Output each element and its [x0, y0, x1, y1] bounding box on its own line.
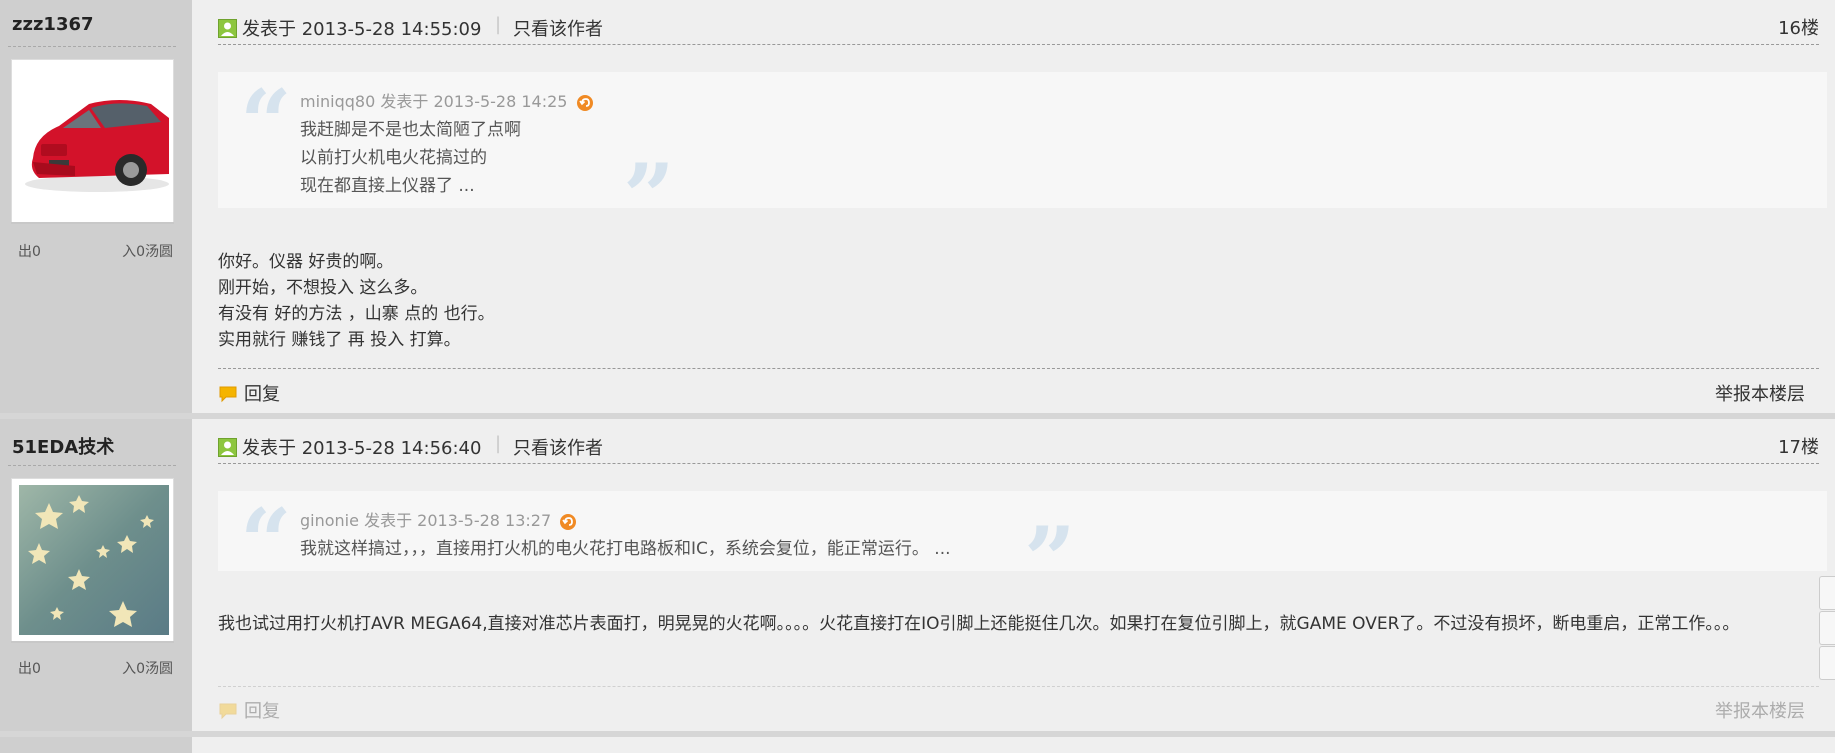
post-main: 发表于 2013-5-28 14:55:09 | 只看该作者 16楼 “ ” m… [196, 0, 1835, 417]
star-pattern-avatar-icon [19, 485, 169, 635]
stat-in: 入0汤圆 [122, 661, 173, 677]
quote-block: “ ” miniqq80 发表于 2013-5-28 14:25 我赶脚是不是也… [218, 70, 1827, 242]
close-quote-icon: ” [623, 144, 675, 250]
user-online-icon [218, 438, 237, 457]
user-online-icon [218, 19, 237, 38]
quote-time: 发表于 2013-5-28 13:27 [364, 511, 552, 530]
quote-meta: ginonie 发表于 2013-5-28 13:27 [300, 507, 577, 531]
post-separator [0, 731, 1835, 737]
quote-line: 现在都直接上仪器了 ... [300, 176, 475, 196]
separator: | [495, 433, 502, 454]
quote-time: 发表于 2013-5-28 14:25 [380, 92, 568, 111]
post-header: 发表于 2013-5-28 14:56:40 | 只看该作者 17楼 [218, 431, 1819, 464]
close-quote-icon: ” [1024, 507, 1076, 613]
quote-line: 以前打火机电火花搞过的 [300, 148, 487, 168]
divider [11, 641, 174, 643]
stat-out: 出0 [18, 661, 41, 677]
reply-button[interactable]: 回复 [218, 380, 280, 406]
open-quote-icon: “ [240, 70, 292, 176]
username[interactable]: zzz1367 [12, 14, 94, 35]
divider [11, 222, 174, 224]
post-body-line: 你好。仪器 好贵的啊。 [218, 252, 394, 272]
post-body-line: 刚开始，不想投入 这么多。 [218, 278, 428, 298]
quote-line: 我就这样搞过，，，直接用打火机的电火花打电路板和IC，系统会复位，能正常运行。 … [300, 539, 951, 559]
divider [8, 46, 176, 47]
post-17: 51EDA技术 出0 入0汤圆 发表于 2013-5-28 14:56:40 |… [0, 419, 1835, 735]
post-header: 发表于 2013-5-28 14:55:09 | 只看该作者 16楼 [218, 12, 1819, 45]
user-sidebar: 51EDA技术 出0 入0汤圆 [0, 419, 192, 735]
divider [218, 686, 1819, 687]
reply-label: 回复 [244, 701, 280, 722]
user-sidebar: zzz1367 出0 入0汤圆 [0, 0, 192, 417]
divider [8, 465, 176, 466]
side-tool-tab[interactable] [1819, 646, 1835, 680]
user-sidebar [0, 737, 192, 753]
reply-bubble-icon [219, 703, 237, 720]
avatar[interactable] [11, 59, 174, 224]
reply-bubble-icon [219, 386, 237, 403]
post-time: 发表于 2013-5-28 14:55:09 [242, 19, 482, 40]
only-author-link[interactable]: 只看该作者 [513, 434, 603, 460]
jump-to-post-icon[interactable] [560, 513, 577, 530]
jump-to-post-icon[interactable] [576, 94, 593, 111]
separator: | [495, 14, 502, 35]
quote-author[interactable]: ginonie [300, 511, 359, 530]
quote-block: “ ” ginonie 发表于 2013-5-28 13:27 我就这样搞过，，… [218, 491, 1827, 605]
post-time: 发表于 2013-5-28 14:56:40 [242, 438, 482, 459]
stat-out: 出0 [18, 244, 41, 260]
divider [218, 368, 1819, 369]
quote-line: 我赶脚是不是也太简陋了点啊 [300, 120, 521, 140]
side-tool-tab[interactable] [1819, 576, 1835, 610]
post-body-line: 实用就行 赚钱了 再 投入 打算。 [218, 330, 461, 350]
quote-author[interactable]: miniqq80 [300, 92, 375, 111]
reply-label: 回复 [244, 384, 280, 405]
post-main: 发表于 2013-5-28 14:56:40 | 只看该作者 17楼 “ ” g… [196, 419, 1835, 735]
report-floor-link[interactable]: 举报本楼层 [1715, 380, 1805, 406]
only-author-link[interactable]: 只看该作者 [513, 15, 603, 41]
stat-in: 入0汤圆 [122, 244, 173, 260]
post-body-line: 我也试过用打火机打AVR MEGA64,直接对准芯片表面打，明晃晃的火花啊。。。… [218, 614, 1740, 634]
open-quote-icon: “ [240, 489, 292, 595]
reply-button[interactable]: 回复 [218, 697, 280, 723]
side-tool-tab[interactable] [1819, 611, 1835, 645]
post-body-line: 有没有 好的方法 ，山寨 点的 也行。 [218, 304, 495, 324]
report-floor-link[interactable]: 举报本楼层 [1715, 697, 1805, 723]
post-16: zzz1367 出0 入0汤圆 发表于 2013-5-28 14:55:09 |… [0, 0, 1835, 417]
red-car-avatar-icon [19, 66, 169, 216]
quote-meta: miniqq80 发表于 2013-5-28 14:25 [300, 88, 593, 112]
username[interactable]: 51EDA技术 [12, 433, 114, 459]
floor-number[interactable]: 17楼 [1778, 433, 1819, 459]
avatar[interactable] [11, 478, 174, 643]
floor-number[interactable]: 16楼 [1778, 14, 1819, 40]
